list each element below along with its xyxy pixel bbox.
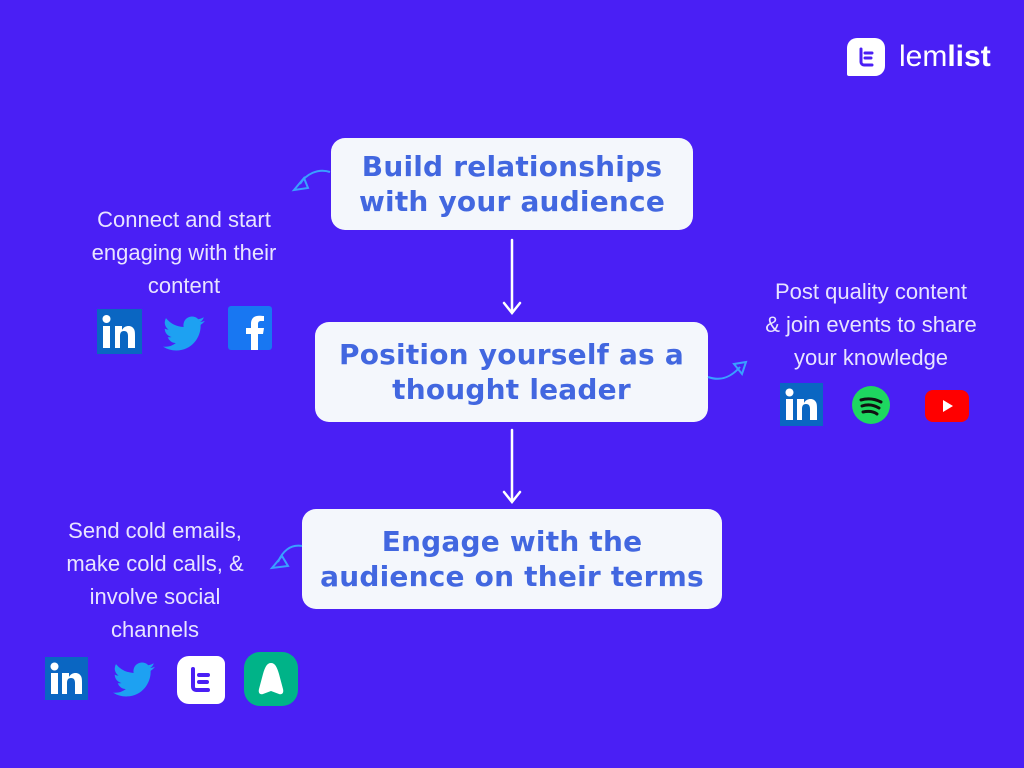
note-3-line: make cold calls, & [66, 551, 244, 576]
down-arrow-1 [502, 238, 522, 316]
spotify-icon [852, 386, 890, 428]
note-3-line: Send cold emails, [68, 518, 242, 543]
down-arrow-2 [502, 428, 522, 505]
side-arrow-3 [269, 544, 303, 570]
note-2-line: your knowledge [793, 345, 949, 370]
note-2-line: Post quality content [774, 279, 967, 304]
flow-arrows [269, 169, 748, 570]
aircall-icon [244, 652, 298, 710]
note-3: Send cold emails, make cold calls, & inv… [40, 514, 270, 646]
note-1-line: engaging with their [91, 240, 277, 265]
twitter-icon [163, 316, 205, 356]
note-2-line: & join events to share [765, 312, 977, 337]
linkedin-icon [780, 383, 823, 430]
note-3-line: involve social [89, 584, 221, 609]
side-arrow-1 [291, 169, 331, 192]
linkedin-icon [97, 309, 142, 358]
lemlist-icon [177, 656, 225, 708]
linkedin-icon [45, 657, 88, 704]
youtube-icon [925, 390, 969, 426]
note-3-line: channels [110, 617, 200, 642]
facebook-icon [228, 306, 272, 354]
note-1-line: Connect and start [97, 207, 271, 232]
note-1-line: content [147, 273, 221, 298]
note-2: Post quality content & join events to sh… [740, 275, 1002, 374]
twitter-icon [113, 662, 155, 702]
note-1: Connect and start engaging with their co… [64, 203, 304, 302]
